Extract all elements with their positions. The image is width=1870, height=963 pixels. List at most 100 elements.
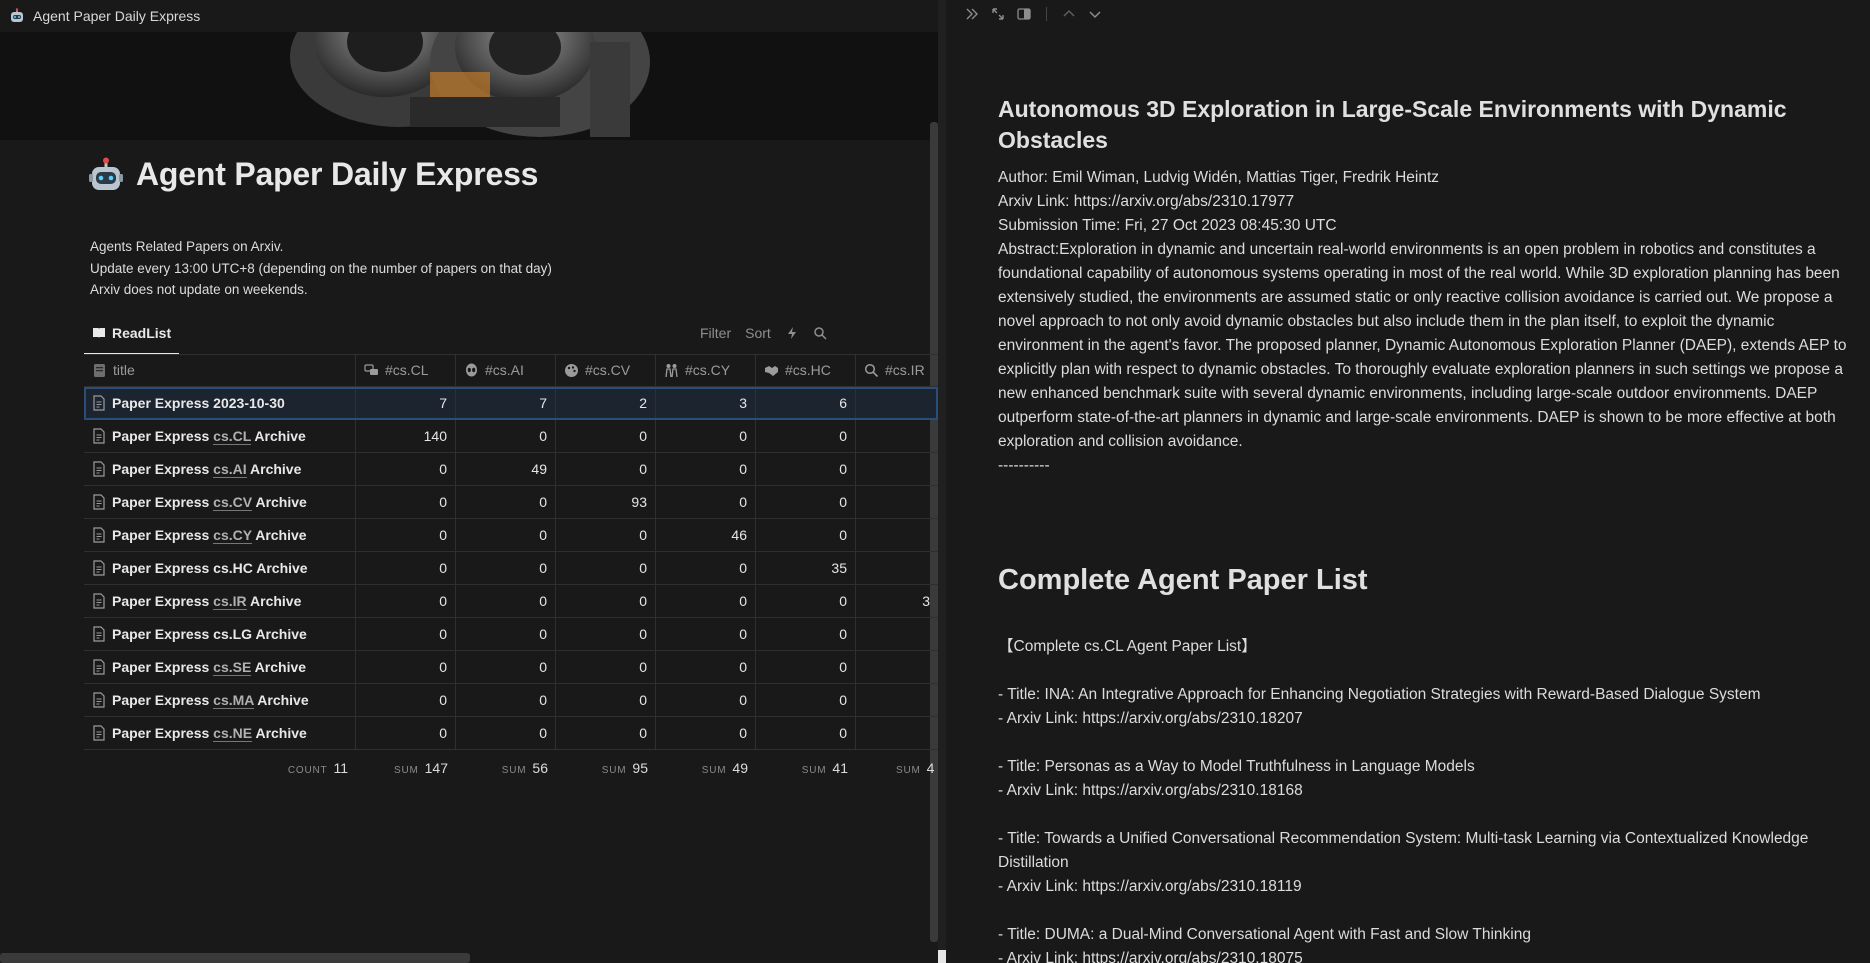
table-row[interactable]: Paper Express cs.CL Archive 140 0 0 0 0 [84, 420, 938, 453]
row-value-cell[interactable]: 0 [656, 486, 756, 518]
row-value-cell[interactable]: 0 [456, 618, 556, 650]
row-value-cell[interactable]: 0 [556, 420, 656, 452]
column-header-cs-cl[interactable]: #cs.CL [356, 354, 456, 386]
close-panel-icon[interactable] [964, 6, 980, 22]
row-value-cell[interactable]: 0 [456, 420, 556, 452]
column-header-title[interactable]: title [84, 354, 356, 386]
row-value-cell[interactable]: 0 [756, 519, 856, 551]
row-value-cell[interactable]: 0 [356, 519, 456, 551]
column-header-cs-cv[interactable]: #cs.CV [556, 354, 656, 386]
row-value-cell[interactable]: 0 [356, 585, 456, 617]
row-value-cell[interactable]: 0 [556, 618, 656, 650]
row-value-cell[interactable]: 0 [456, 486, 556, 518]
table-row[interactable]: Paper Express 2023-10-30 7 7 2 3 6 [84, 387, 938, 420]
row-value-cell[interactable]: 46 [656, 519, 756, 551]
table-row[interactable]: Paper Express cs.CY Archive 0 0 0 46 0 [84, 519, 938, 552]
footer-sum-cs-ir[interactable]: SUM 4 [856, 760, 938, 776]
row-value-cell[interactable]: 0 [556, 684, 656, 716]
list-item-link[interactable]: - Arxiv Link: https://arxiv.org/abs/2310… [998, 779, 1858, 803]
lightning-icon[interactable] [785, 326, 799, 340]
row-title-cell[interactable]: Paper Express cs.SE Archive [84, 651, 356, 683]
row-value-cell[interactable]: 0 [456, 717, 556, 749]
footer-sum-cs-cv[interactable]: SUM 95 [556, 760, 656, 776]
chevron-up-icon[interactable] [1061, 6, 1077, 22]
footer-count[interactable]: COUNT 11 [84, 760, 356, 776]
row-value-cell[interactable]: 0 [656, 585, 756, 617]
row-value-cell[interactable] [856, 651, 938, 683]
row-value-cell[interactable]: 0 [756, 585, 856, 617]
row-value-cell[interactable]: 0 [356, 717, 456, 749]
tab-readlist[interactable]: ReadList [84, 313, 179, 355]
table-row[interactable]: Paper Express cs.AI Archive 0 49 0 0 0 [84, 453, 938, 486]
row-value-cell[interactable]: 0 [656, 552, 756, 584]
row-value-cell[interactable] [856, 717, 938, 749]
footer-sum-cs-cy[interactable]: SUM 49 [656, 760, 756, 776]
table-row[interactable]: Paper Express cs.SE Archive 0 0 0 0 0 [84, 651, 938, 684]
table-row[interactable]: Paper Express cs.MA Archive 0 0 0 0 0 [84, 684, 938, 717]
list-item-link[interactable]: - Arxiv Link: https://arxiv.org/abs/2310… [998, 875, 1858, 899]
chevron-down-icon[interactable] [1087, 6, 1103, 22]
table-row[interactable]: Paper Express cs.IR Archive 0 0 0 0 0 3 [84, 585, 938, 618]
side-peek-icon[interactable] [1016, 6, 1032, 22]
row-value-cell[interactable]: 7 [356, 387, 456, 419]
column-header-cs-cy[interactable]: #cs.CY [656, 354, 756, 386]
row-value-cell[interactable]: 0 [656, 651, 756, 683]
row-value-cell[interactable]: 49 [456, 453, 556, 485]
row-value-cell[interactable]: 0 [756, 453, 856, 485]
row-value-cell[interactable] [856, 387, 938, 419]
row-value-cell[interactable]: 35 [756, 552, 856, 584]
row-value-cell[interactable]: 0 [456, 684, 556, 716]
expand-icon[interactable] [990, 6, 1006, 22]
row-value-cell[interactable]: 0 [456, 585, 556, 617]
footer-sum-cs-cl[interactable]: SUM 147 [356, 760, 456, 776]
row-value-cell[interactable]: 0 [556, 519, 656, 551]
row-value-cell[interactable]: 0 [456, 552, 556, 584]
row-value-cell[interactable] [856, 618, 938, 650]
table-row[interactable]: Paper Express cs.NE Archive 0 0 0 0 0 [84, 717, 938, 750]
row-title-cell[interactable]: Paper Express cs.CV Archive [84, 486, 356, 518]
row-title-cell[interactable]: Paper Express 2023-10-30 [84, 387, 356, 419]
row-value-cell[interactable]: 3 [856, 585, 938, 617]
row-value-cell[interactable]: 0 [756, 420, 856, 452]
table-row[interactable]: Paper Express cs.LG Archive 0 0 0 0 0 [84, 618, 938, 651]
row-value-cell[interactable]: 0 [456, 519, 556, 551]
row-value-cell[interactable]: 0 [556, 585, 656, 617]
row-title-cell[interactable]: Paper Express cs.LG Archive [84, 618, 356, 650]
row-value-cell[interactable]: 140 [356, 420, 456, 452]
row-value-cell[interactable]: 0 [356, 486, 456, 518]
row-title-cell[interactable]: Paper Express cs.HC Archive [84, 552, 356, 584]
pane-splitter[interactable] [938, 0, 946, 963]
row-value-cell[interactable] [856, 486, 938, 518]
row-value-cell[interactable]: 3 [656, 387, 756, 419]
list-item-link[interactable]: - Arxiv Link: https://arxiv.org/abs/2310… [998, 947, 1858, 963]
row-title-cell[interactable]: Paper Express cs.NE Archive [84, 717, 356, 749]
row-value-cell[interactable]: 0 [356, 453, 456, 485]
list-item-link[interactable]: - Arxiv Link: https://arxiv.org/abs/2310… [998, 707, 1858, 731]
table-row[interactable]: Paper Express cs.CV Archive 0 0 93 0 0 [84, 486, 938, 519]
row-value-cell[interactable]: 0 [656, 717, 756, 749]
row-value-cell[interactable]: 0 [656, 684, 756, 716]
row-value-cell[interactable]: 6 [756, 387, 856, 419]
row-value-cell[interactable]: 93 [556, 486, 656, 518]
row-value-cell[interactable]: 0 [656, 453, 756, 485]
row-value-cell[interactable]: 0 [356, 651, 456, 683]
row-title-cell[interactable]: Paper Express cs.CL Archive [84, 420, 356, 452]
column-header-cs-ai[interactable]: #cs.AI [456, 354, 556, 386]
row-value-cell[interactable]: 0 [356, 552, 456, 584]
footer-sum-cs-ai[interactable]: SUM 56 [456, 760, 556, 776]
row-title-cell[interactable]: Paper Express cs.MA Archive [84, 684, 356, 716]
row-value-cell[interactable]: 0 [556, 552, 656, 584]
column-header-cs-hc[interactable]: #cs.HC [756, 354, 856, 386]
row-value-cell[interactable] [856, 420, 938, 452]
table-row[interactable]: Paper Express cs.HC Archive 0 0 0 0 35 [84, 552, 938, 585]
row-title-cell[interactable]: Paper Express cs.CY Archive [84, 519, 356, 551]
row-title-cell[interactable]: Paper Express cs.AI Archive [84, 453, 356, 485]
column-header-cs-ir[interactable]: #cs.IR [856, 354, 938, 386]
row-value-cell[interactable]: 0 [356, 684, 456, 716]
row-value-cell[interactable]: 2 [556, 387, 656, 419]
row-value-cell[interactable]: 0 [656, 420, 756, 452]
row-value-cell[interactable]: 7 [456, 387, 556, 419]
row-value-cell[interactable] [856, 519, 938, 551]
row-value-cell[interactable]: 0 [756, 717, 856, 749]
horizontal-scrollbar[interactable] [0, 953, 470, 963]
